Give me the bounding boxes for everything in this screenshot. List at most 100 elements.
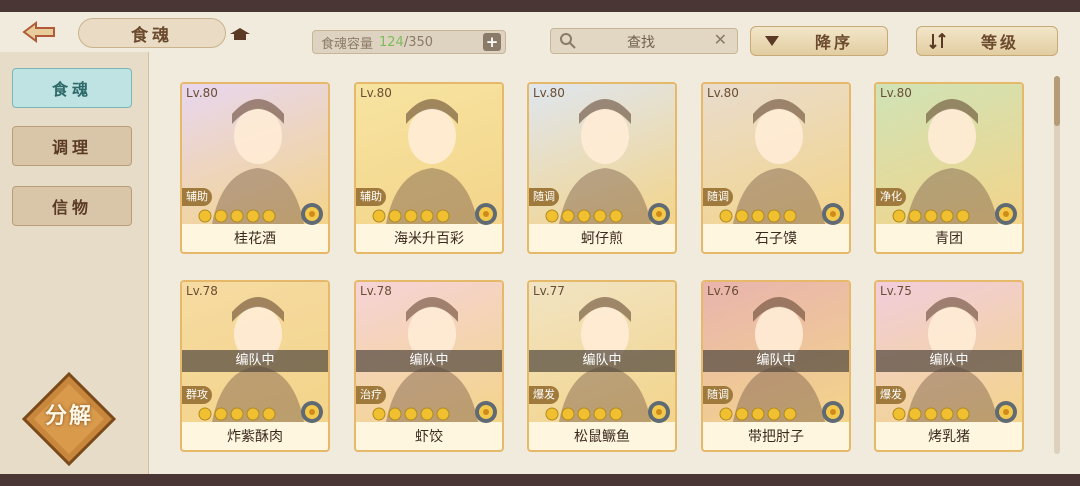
star-icon (609, 407, 623, 421)
character-name: 桂花酒 (234, 231, 276, 247)
star-icon (561, 407, 575, 421)
star-icon (751, 407, 765, 421)
flower-emblem-icon (474, 400, 498, 428)
star-icon (767, 407, 781, 421)
star-icon (735, 209, 749, 223)
star-icon (198, 407, 212, 421)
bottom-border (0, 474, 1080, 486)
star-icon (783, 407, 797, 421)
character-name: 烤乳猪 (928, 429, 970, 445)
top-border (0, 0, 1080, 12)
star-icon (577, 209, 591, 223)
star-icon (940, 407, 954, 421)
role-badge: 治疗 (356, 386, 386, 404)
food-soul-card[interactable]: Lv.80 随调 石子馍 (701, 82, 851, 254)
role-badge: 随调 (529, 188, 559, 206)
character-name: 蚵仔煎 (581, 231, 623, 247)
star-rating (198, 406, 298, 425)
food-soul-card[interactable]: Lv.80 随调蚵仔煎 (527, 82, 677, 254)
food-soul-card[interactable]: Lv.80 辅助 桂花酒 (180, 82, 330, 254)
sidebar-item-label: 信物 (51, 198, 92, 217)
food-soul-card[interactable]: Lv.78 编队中群攻炸紫酥肉 (180, 280, 330, 452)
sort-by-button[interactable]: 等级 (916, 26, 1058, 56)
character-name: 炸紫酥肉 (227, 429, 283, 445)
star-icon (436, 407, 450, 421)
star-icon (892, 209, 906, 223)
level-label: Lv.80 (707, 86, 739, 100)
star-icon (436, 209, 450, 223)
star-icon (372, 209, 386, 223)
star-icon (783, 209, 797, 223)
food-soul-card[interactable]: Lv.80 辅助 海米升百彩 (354, 82, 504, 254)
in-team-badge: 编队中 (182, 350, 328, 372)
character-name: 松鼠鳜鱼 (574, 429, 630, 445)
search-input[interactable]: 查找 ✕ (550, 28, 738, 54)
sidebar-item-cooking[interactable]: 调理 (12, 126, 132, 166)
in-team-badge: 编队中 (703, 350, 849, 372)
star-rating (719, 208, 819, 227)
search-icon (560, 33, 576, 49)
star-rating (892, 406, 992, 425)
capacity-add-button[interactable]: + (483, 33, 501, 51)
role-badge: 随调 (703, 188, 733, 206)
star-icon (372, 407, 386, 421)
star-icon (892, 407, 906, 421)
level-label: Lv.80 (880, 86, 912, 100)
star-icon (956, 209, 970, 223)
role-badge: 爆发 (876, 386, 906, 404)
back-arrow-icon (22, 21, 55, 43)
scrollbar[interactable] (1054, 76, 1060, 454)
back-button[interactable] (14, 17, 66, 47)
character-name: 青团 (935, 231, 963, 247)
flower-emblem-icon (300, 400, 324, 428)
page-title: 食魂 (78, 18, 226, 48)
clear-icon[interactable]: ✕ (714, 30, 727, 49)
star-icon (751, 209, 765, 223)
character-name: 虾饺 (415, 429, 443, 445)
star-rating (372, 208, 472, 227)
star-icon (940, 209, 954, 223)
star-icon (545, 407, 559, 421)
food-soul-card[interactable]: Lv.77 编队中 爆发 松鼠鳜鱼 (527, 280, 677, 452)
sidebar-item-foodsoul[interactable]: 食魂 (12, 68, 132, 108)
star-icon (214, 407, 228, 421)
decompose-button[interactable]: 分解 (20, 370, 118, 468)
star-icon (198, 209, 212, 223)
star-icon (214, 209, 228, 223)
header-bar: 食魂 食魂容量 124 / 350 + 查找 ✕ 降序 等级 (0, 14, 1080, 56)
star-icon (404, 407, 418, 421)
star-icon (609, 209, 623, 223)
star-icon (262, 209, 276, 223)
star-icon (593, 209, 607, 223)
character-name: 带把肘子 (748, 429, 804, 445)
sort-order-button[interactable]: 降序 (750, 26, 888, 56)
sidebar: 食魂 调理 信物 分解 (0, 52, 149, 474)
food-soul-card[interactable]: Lv.75 编队中 爆发 烤乳猪 (874, 280, 1024, 452)
flower-emblem-icon (647, 400, 671, 428)
star-rating (198, 208, 298, 227)
star-icon (388, 407, 402, 421)
star-rating (545, 208, 645, 227)
food-soul-card[interactable]: Lv.78 编队中 治疗 虾饺 (354, 280, 504, 452)
food-soul-card[interactable]: Lv.80 净化 青团 (874, 82, 1024, 254)
flower-emblem-icon (821, 202, 845, 230)
star-icon (735, 407, 749, 421)
sidebar-item-tokens[interactable]: 信物 (12, 186, 132, 226)
food-soul-card[interactable]: Lv.76 编队中 随调 带把肘子 (701, 280, 851, 452)
level-label: Lv.80 (533, 86, 565, 100)
sort-desc-icon (765, 36, 779, 46)
flower-emblem-icon (994, 400, 1018, 428)
sort-order-label: 降序 (815, 33, 854, 52)
capacity-display: 食魂容量 124 / 350 + (312, 30, 506, 54)
star-icon (924, 209, 938, 223)
pagoda-icon (230, 28, 250, 40)
star-icon (956, 407, 970, 421)
star-icon (388, 209, 402, 223)
role-badge: 群攻 (182, 386, 212, 404)
in-team-badge: 编队中 (356, 350, 502, 372)
scrollbar-thumb[interactable] (1054, 76, 1060, 126)
capacity-label: 食魂容量 (321, 36, 374, 52)
star-icon (420, 407, 434, 421)
level-label: Lv.78 (186, 284, 218, 298)
level-label: Lv.77 (533, 284, 565, 298)
